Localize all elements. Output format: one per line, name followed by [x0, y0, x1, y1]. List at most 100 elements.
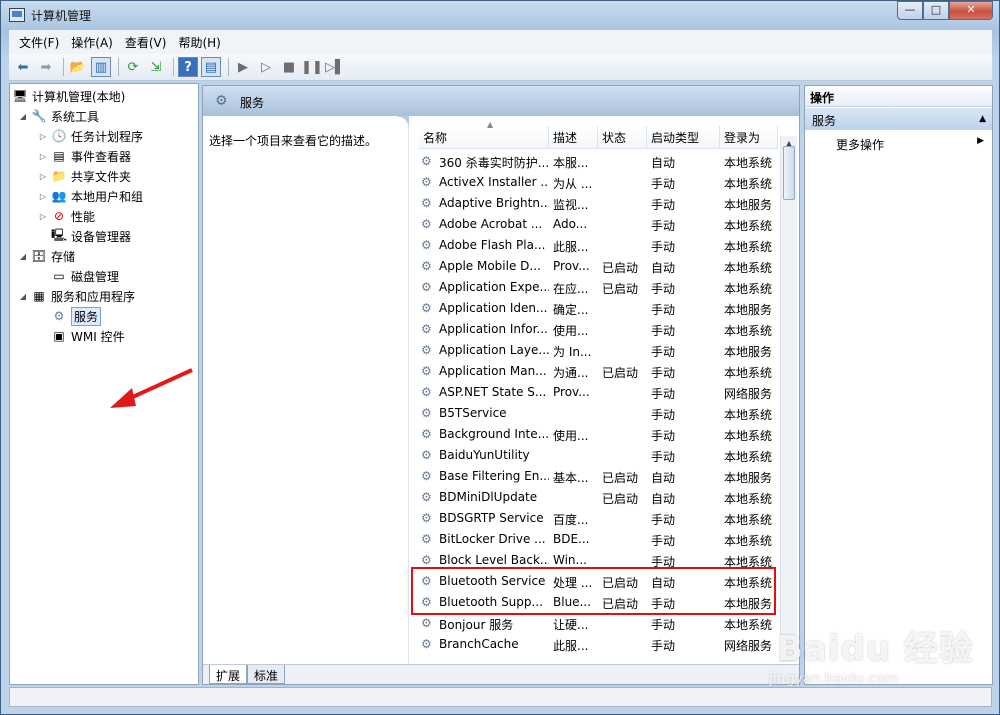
collapse-twisty-icon[interactable]: ◢: [18, 292, 28, 301]
service-log-on-as: 本地系统: [724, 450, 773, 464]
table-row[interactable]: ⚙ Background Inte... 使用... 手动 本地系统: [419, 424, 779, 445]
table-row[interactable]: ⚙ ActiveX Installer ... 为从 ... 手动 本地系统: [419, 172, 779, 193]
column-header-description[interactable]: 描述: [549, 126, 598, 149]
service-log-on-as: 本地系统: [724, 513, 773, 527]
service-startup-type: 手动: [651, 429, 676, 443]
table-row[interactable]: ⚙ Bonjour 服务 让硬... 手动 本地系统: [419, 613, 779, 634]
gear-icon: ⚙: [421, 637, 432, 651]
column-header-log-on-as[interactable]: 登录为: [720, 126, 778, 149]
collapse-twisty-icon[interactable]: ◢: [18, 252, 28, 261]
table-row[interactable]: ⚙ BDSGRTP Service 百度... 手动 本地系统: [419, 508, 779, 529]
tree-item-computer-management[interactable]: 🖥 计算机管理(本地): [12, 86, 125, 106]
services-apps-icon: ▦: [33, 289, 45, 303]
tree-item-wmi-control[interactable]: ▣ WMI 控件: [51, 326, 124, 346]
tree-item-services-and-applications[interactable]: ◢ ▦ 服务和应用程序: [18, 286, 135, 306]
table-row[interactable]: ⚙ ASP.NET State S... Prov... 手动 网络服务: [419, 382, 779, 403]
tree-item-device-manager[interactable]: 🖳 设备管理器: [51, 226, 131, 246]
service-startup-type: 手动: [651, 450, 676, 464]
tree-item-services[interactable]: ⚙ 服务: [51, 306, 102, 326]
show-hide-tree-icon[interactable]: ▥: [91, 57, 111, 77]
more-actions-item[interactable]: 更多操作: [836, 136, 884, 153]
table-row[interactable]: ⚙ BaiduYunUtility 手动 本地系统: [419, 445, 779, 466]
help-icon[interactable]: ?: [178, 57, 198, 77]
service-log-on-as: 本地服务: [724, 198, 773, 212]
table-row[interactable]: ⚙ Adobe Acrobat ... Ado... 手动 本地系统: [419, 214, 779, 235]
table-row[interactable]: ⚙ Application Laye... 为 In... 手动 本地服务: [419, 340, 779, 361]
service-description: 基本...: [553, 471, 589, 485]
table-row[interactable]: ⚙ BitLocker Drive ... BDE... 手动 本地系统: [419, 529, 779, 550]
description-text: 选择一个项目来查看它的描述。: [209, 134, 378, 148]
tree-item-system-tools[interactable]: ◢ 🔧 系统工具: [18, 106, 99, 126]
refresh-icon[interactable]: ⟳: [123, 57, 143, 77]
table-row[interactable]: ⚙ BDMiniDlUpdate 已启动 自动 本地系统: [419, 487, 779, 508]
tab-extended[interactable]: 扩展: [209, 665, 248, 684]
menu-help[interactable]: 帮助(H): [172, 34, 226, 51]
expand-twisty-icon[interactable]: ▷: [38, 212, 48, 221]
tree-item-storage[interactable]: ◢ 🗄 存储: [18, 246, 75, 266]
table-row[interactable]: ⚙ Application Man... 为通... 已启动 手动 本地系统: [419, 361, 779, 382]
export-list-icon[interactable]: ⇲: [146, 57, 166, 77]
tree-item-event-viewer[interactable]: ▷ ▤ 事件查看器: [38, 146, 131, 166]
tree-item-shared-folders[interactable]: ▷ 📁 共享文件夹: [38, 166, 131, 186]
minimize-button[interactable]: —: [897, 1, 923, 20]
column-header-status[interactable]: 状态: [598, 126, 647, 149]
tree-item-performance[interactable]: ▷ ⊘ 性能: [38, 206, 95, 226]
column-header-startup-type[interactable]: 启动类型: [647, 126, 720, 149]
menu-view[interactable]: 查看(V): [119, 34, 173, 51]
tree-item-label: 磁盘管理: [71, 269, 120, 284]
tree-item-local-users-groups[interactable]: ▷ 👥 本地用户和组: [38, 186, 143, 206]
forward-arrow-icon[interactable]: ➡: [36, 57, 56, 77]
start-service-alt-icon[interactable]: ▷: [256, 57, 276, 77]
service-startup-type: 手动: [651, 303, 676, 317]
service-status: 已启动: [602, 492, 639, 506]
storage-icon: 🗄: [31, 249, 47, 263]
table-row[interactable]: ⚙ Application Iden... 确定... 手动 本地服务: [419, 298, 779, 319]
back-arrow-icon[interactable]: ⬅: [13, 57, 33, 77]
menu-file[interactable]: 文件(F): [13, 34, 65, 51]
expand-twisty-icon[interactable]: ▷: [38, 132, 48, 141]
vertical-scrollbar[interactable]: ▲: [780, 136, 797, 662]
gear-icon: ⚙: [421, 385, 432, 399]
computer-management-window: 计算机管理 — □ ✕ 文件(F) 操作(A) 查看(V) 帮助(H) ⬅ ➡ …: [0, 0, 1000, 715]
actions-group-services[interactable]: 服务 ▲: [805, 108, 992, 130]
collapse-up-icon[interactable]: ▲: [979, 114, 986, 124]
scrollbar-thumb[interactable]: [783, 146, 795, 200]
table-row[interactable]: ⚙ BranchCache 此服... 手动 网络服务: [419, 634, 779, 655]
pause-service-icon[interactable]: ❚❚: [301, 57, 323, 77]
title-bar[interactable]: 计算机管理 — □ ✕: [1, 1, 999, 29]
expand-twisty-icon[interactable]: ▷: [38, 172, 48, 181]
table-row[interactable]: ⚙ 360 杀毒实时防护... 本服... 自动 本地系统: [419, 151, 779, 172]
expand-twisty-icon[interactable]: ▷: [38, 192, 48, 201]
stop-service-icon[interactable]: ■: [279, 57, 299, 77]
table-row[interactable]: ⚙ Apple Mobile D... Prov... 已启动 自动 本地系统: [419, 256, 779, 277]
column-header-name[interactable]: ▲ 名称: [419, 120, 549, 149]
service-description: Win...: [553, 553, 587, 567]
table-row[interactable]: ⚙ Adobe Flash Pla... 此服... 手动 本地系统: [419, 235, 779, 256]
service-startup-type: 手动: [651, 387, 676, 401]
tree-item-task-scheduler[interactable]: ▷ 🕓 任务计划程序: [38, 126, 143, 146]
up-folder-icon[interactable]: 📂: [68, 57, 88, 77]
table-row[interactable]: ⚙ B5TService 手动 本地系统: [419, 403, 779, 424]
console-tree: 🖥 计算机管理(本地) ◢ 🔧 系统工具 ▷ 🕓 任务计划程序 ▷ ▤ 事件查看…: [9, 83, 199, 685]
collapse-twisty-icon[interactable]: ◢: [18, 112, 28, 121]
restart-service-icon[interactable]: ▷▌: [325, 57, 345, 77]
table-row[interactable]: ⚙ Base Filtering En... 基本... 已启动 自动 本地服务: [419, 466, 779, 487]
tree-item-label: 共享文件夹: [71, 169, 132, 184]
gear-icon: ⚙: [421, 154, 432, 168]
gear-icon: ⚙: [421, 217, 432, 231]
show-hide-action-pane-icon[interactable]: ▤: [201, 57, 221, 77]
table-row[interactable]: ⚙ Application Expe... 在应... 已启动 手动 本地系统: [419, 277, 779, 298]
tree-item-label: 服务和应用程序: [51, 289, 136, 304]
table-row[interactable]: ⚙ Application Infor... 使用... 手动 本地系统: [419, 319, 779, 340]
menu-action[interactable]: 操作(A): [65, 34, 119, 51]
close-button[interactable]: ✕: [949, 1, 993, 20]
service-name: BaiduYunUtility: [439, 448, 530, 462]
start-service-icon[interactable]: ▶: [233, 57, 253, 77]
service-description: 确定...: [553, 303, 589, 317]
toolbar-separator: [63, 58, 64, 76]
tab-standard[interactable]: 标准: [247, 665, 286, 684]
maximize-button[interactable]: □: [923, 1, 949, 20]
tree-item-disk-management[interactable]: ▭ 磁盘管理: [51, 266, 119, 286]
expand-twisty-icon[interactable]: ▷: [38, 152, 48, 161]
table-row[interactable]: ⚙ Adaptive Brightn... 监视... 手动 本地服务: [419, 193, 779, 214]
